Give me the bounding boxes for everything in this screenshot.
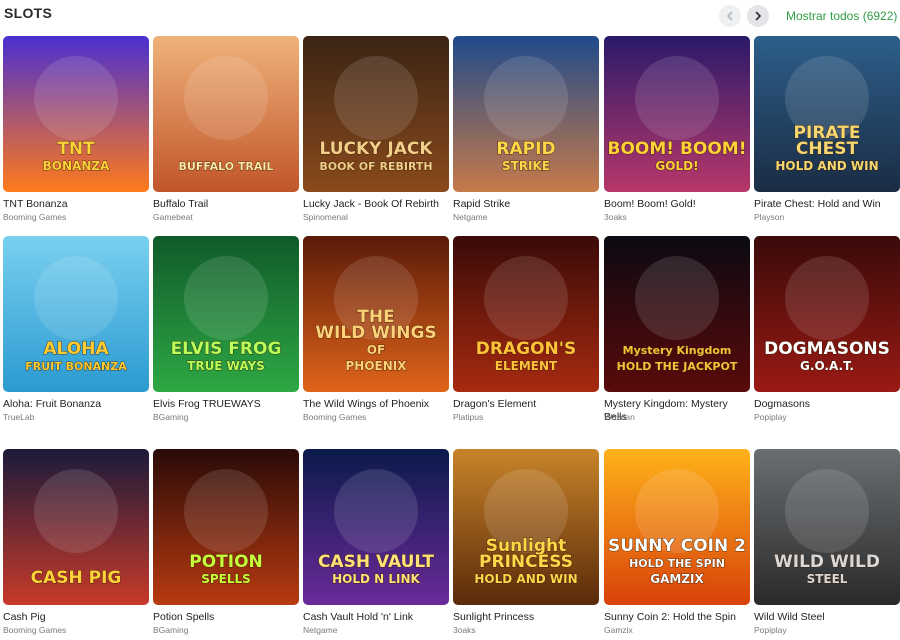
game-provider: Spinomenal [303,212,348,222]
game-provider: Popiplay [754,412,787,422]
section-title: SLOTS [4,5,53,21]
game-thumbnail[interactable]: ELVIS FROG TRUE WAYS [153,236,299,392]
game-thumbnail[interactable]: DRAGON'S ELEMENT [453,236,599,392]
svg-text:ELVIS FROG: ELVIS FROG [171,339,282,359]
game-provider: Booming Games [3,212,67,222]
game-title[interactable]: Aloha: Fruit Bonanza [3,398,149,411]
game-provider: Gamebeat [153,212,193,222]
svg-text:HOLD THE JACKPOT: HOLD THE JACKPOT [617,360,738,373]
game-title[interactable]: Sunlight Princess [453,611,599,624]
game-provider: Netgame [453,212,488,222]
svg-text:DRAGON'S: DRAGON'S [476,339,576,359]
svg-text:WILD WILD: WILD WILD [774,552,880,572]
game-title[interactable]: Wild Wild Steel [754,611,900,624]
svg-text:LUCKY JACK: LUCKY JACK [319,139,433,159]
svg-text:PRINCESS: PRINCESS [479,552,573,572]
game-title[interactable]: Rapid Strike [453,198,599,211]
game-provider: TrueLab [3,412,35,422]
svg-text:CASH VAULT: CASH VAULT [318,552,434,572]
game-thumbnail[interactable]: Sunlight PRINCESS HOLD AND WIN [453,449,599,605]
svg-text:POTION: POTION [189,552,263,572]
svg-text:SPELLS: SPELLS [201,572,251,586]
svg-text:STRIKE: STRIKE [502,159,550,173]
svg-text:ALOHA: ALOHA [43,339,109,359]
game-thumbnail[interactable]: TNT BONANZA [3,36,149,192]
chevron-left-icon [727,11,733,21]
svg-text:TRUE WAYS: TRUE WAYS [187,359,265,373]
game-title[interactable]: TNT Bonanza [3,198,149,211]
game-thumbnail[interactable]: WILD WILD STEEL [754,449,900,605]
game-provider: Booming Games [3,625,67,635]
game-thumbnail[interactable]: CASH VAULT HOLD N LINK [303,449,449,605]
svg-text:DOGMASONS: DOGMASONS [764,339,890,359]
game-title[interactable]: Buffalo Trail [153,198,299,211]
game-thumbnail[interactable]: LUCKY JACK BOOK OF REBIRTH [303,36,449,192]
svg-text:SUNNY COIN 2: SUNNY COIN 2 [608,536,746,556]
game-title[interactable]: Cash Vault Hold 'n' Link [303,611,449,624]
svg-text:BONANZA: BONANZA [43,159,110,173]
game-provider: Playson [754,212,785,222]
svg-text:RAPID: RAPID [496,139,555,159]
next-button[interactable] [747,5,769,27]
game-thumbnail[interactable]: BUFFALO TRAIL [153,36,299,192]
game-thumbnail[interactable]: POTION SPELLS [153,449,299,605]
game-title[interactable]: Cash Pig [3,611,149,624]
svg-text:BOOM! BOOM!: BOOM! BOOM! [608,139,747,159]
chevron-right-icon [755,11,761,21]
game-thumbnail[interactable]: THE WILD WINGS OF PHOENIX [303,236,449,392]
game-title[interactable]: Boom! Boom! Gold! [604,198,750,211]
game-thumbnail[interactable]: DOGMASONS G.O.A.T. [754,236,900,392]
svg-text:WILD WINGS: WILD WINGS [315,323,436,343]
svg-text:HOLD N LINK: HOLD N LINK [332,572,420,586]
svg-text:CHEST: CHEST [796,139,859,159]
prev-button[interactable] [719,5,741,27]
game-thumbnail[interactable]: SUNNY COIN 2 HOLD THE SPIN GAMZIX [604,449,750,605]
game-provider: 3oaks [604,212,627,222]
svg-text:STEEL: STEEL [807,572,848,586]
game-title[interactable]: Sunny Coin 2: Hold the Spin [604,611,750,624]
game-provider: Platipus [453,412,484,422]
section-header: SLOTS Mostrar todos (6922) [0,0,900,34]
svg-text:TNT: TNT [57,139,95,159]
game-title[interactable]: The Wild Wings of Phoenix [303,398,449,411]
game-title[interactable]: Lucky Jack - Book Of Rebirth [303,198,449,211]
game-provider: BGaming [153,412,189,422]
game-thumbnail[interactable]: RAPID STRIKE [453,36,599,192]
svg-text:OF: OF [367,343,385,357]
game-title[interactable]: Dragon's Element [453,398,599,411]
svg-text:HOLD AND WIN: HOLD AND WIN [775,159,878,173]
show-all-link[interactable]: Mostrar todos (6922) [786,9,897,23]
svg-text:HOLD AND WIN: HOLD AND WIN [474,572,577,586]
svg-text:CASH PIG: CASH PIG [31,568,122,588]
game-thumbnail[interactable]: CASH PIG [3,449,149,605]
game-provider: Wazdan [604,412,635,422]
svg-text:FRUIT BONANZA: FRUIT BONANZA [25,360,127,373]
game-thumbnail[interactable]: ALOHA FRUIT BONANZA [3,236,149,392]
game-title[interactable]: Dogmasons [754,398,900,411]
svg-text:BOOK OF REBIRTH: BOOK OF REBIRTH [319,160,432,173]
game-title[interactable]: Pirate Chest: Hold and Win [754,198,900,211]
game-thumbnail[interactable]: Mystery Kingdom HOLD THE JACKPOT [604,236,750,392]
game-provider: Netgame [303,625,338,635]
svg-text:GOLD!: GOLD! [655,159,698,173]
game-provider: 3oaks [453,625,476,635]
game-title[interactable]: Potion Spells [153,611,299,624]
game-thumbnail[interactable]: PIRATE CHEST HOLD AND WIN [754,36,900,192]
svg-text:PHOENIX: PHOENIX [346,359,408,373]
game-provider: Gamzix [604,625,633,635]
game-provider: BGaming [153,625,189,635]
game-provider: Booming Games [303,412,367,422]
game-title[interactable]: Elvis Frog TRUEWAYS [153,398,299,411]
svg-text:G.O.A.T.: G.O.A.T. [800,359,854,373]
svg-text:Mystery Kingdom: Mystery Kingdom [623,344,732,357]
svg-text:HOLD THE SPIN: HOLD THE SPIN [629,557,725,570]
game-provider: Popiplay [754,625,787,635]
game-thumbnail[interactable]: BOOM! BOOM! GOLD! [604,36,750,192]
svg-text:BUFFALO TRAIL: BUFFALO TRAIL [179,160,274,173]
svg-text:GAMZIX: GAMZIX [650,572,704,586]
svg-text:ELEMENT: ELEMENT [495,359,558,373]
